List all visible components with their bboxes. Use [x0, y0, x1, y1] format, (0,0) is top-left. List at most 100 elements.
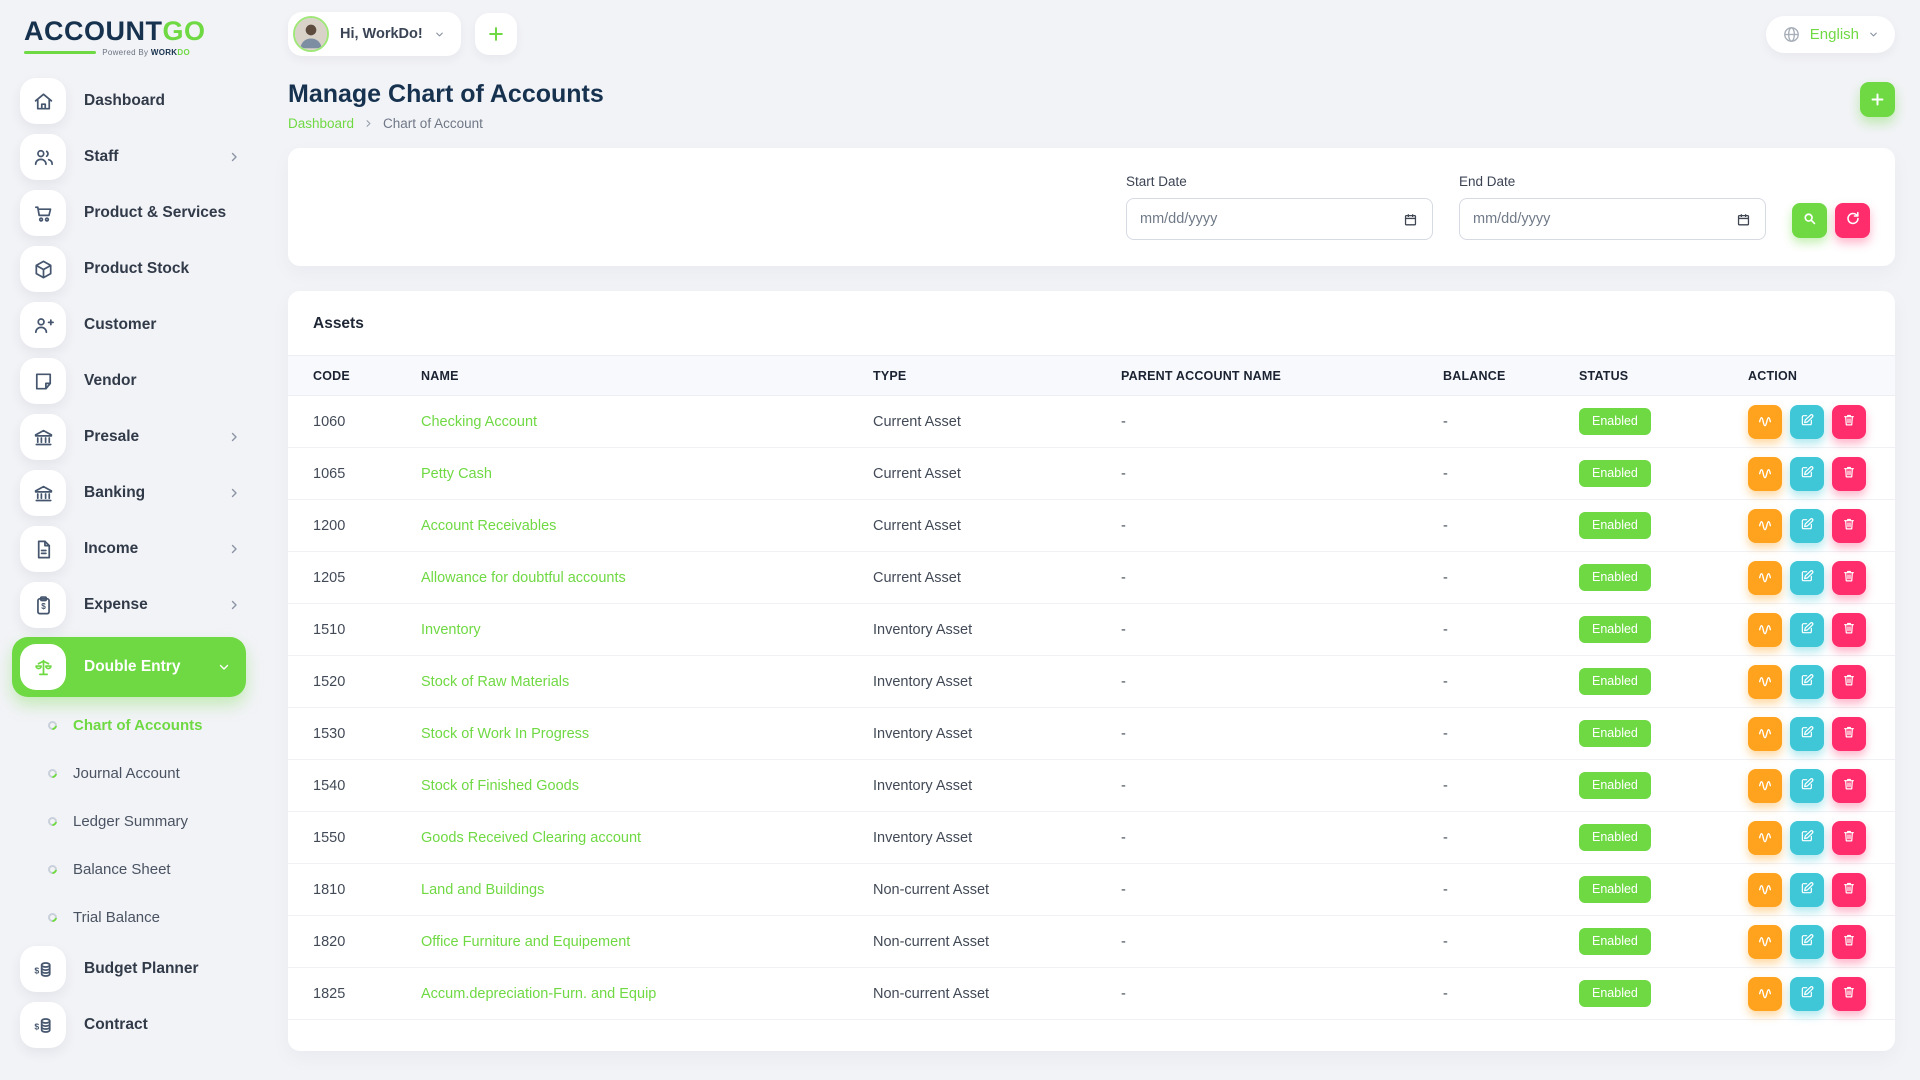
reset-button[interactable] [1835, 203, 1870, 238]
edit-button[interactable] [1790, 665, 1824, 699]
account-name-link[interactable]: Account Receivables [421, 518, 873, 534]
sidebar-item-budget-planner[interactable]: $ Budget Planner [0, 941, 258, 997]
account-name-link[interactable]: Petty Cash [421, 466, 873, 482]
sidebar-item-product-services[interactable]: Product & Services [0, 185, 258, 241]
account-name-link[interactable]: Allowance for doubtful accounts [421, 570, 873, 586]
wave-button[interactable] [1748, 613, 1782, 647]
status-badge: Enabled [1579, 564, 1651, 591]
wave-button[interactable] [1748, 925, 1782, 959]
delete-button[interactable] [1832, 509, 1866, 543]
sidebar-item-product-stock[interactable]: Product Stock [0, 241, 258, 297]
sidebar-subitem-trial-balance[interactable]: Trial Balance [0, 893, 258, 941]
delete-button[interactable] [1832, 769, 1866, 803]
sidebar-item-income[interactable]: Income [0, 521, 258, 577]
row-actions [1748, 405, 1870, 439]
account-type: Inventory Asset [873, 830, 1121, 846]
account-balance: - [1443, 778, 1579, 794]
sidebar-item-banking[interactable]: Banking [0, 465, 258, 521]
sidebar-subitem-balance-sheet[interactable]: Balance Sheet [0, 845, 258, 893]
cart-icon [20, 190, 66, 236]
edit-button[interactable] [1790, 457, 1824, 491]
account-name-link[interactable]: Stock of Raw Materials [421, 674, 873, 690]
account-name-link[interactable]: Checking Account [421, 414, 873, 430]
delete-button[interactable] [1832, 873, 1866, 907]
trash-icon [1841, 828, 1857, 847]
account-name-link[interactable]: Stock of Work In Progress [421, 726, 873, 742]
delete-button[interactable] [1832, 613, 1866, 647]
edit-button[interactable] [1790, 405, 1824, 439]
account-name-link[interactable]: Land and Buildings [421, 882, 873, 898]
wave-button[interactable] [1748, 821, 1782, 855]
delete-button[interactable] [1832, 561, 1866, 595]
chevron-right-icon [228, 487, 240, 499]
language-selector[interactable]: English [1766, 16, 1895, 53]
start-date-input[interactable]: mm/dd/yyyy [1126, 198, 1433, 240]
breadcrumb-dashboard-link[interactable]: Dashboard [288, 116, 354, 131]
trash-icon [1841, 412, 1857, 431]
sidebar-item-customer[interactable]: Customer [0, 297, 258, 353]
edit-button[interactable] [1790, 717, 1824, 751]
delete-button[interactable] [1832, 665, 1866, 699]
edit-button[interactable] [1790, 561, 1824, 595]
breadcrumb: Dashboard Chart of Account [288, 116, 604, 131]
column-header-name: NAME [421, 369, 873, 383]
sidebar-subitem-label: Balance Sheet [73, 861, 171, 878]
svg-text:$: $ [34, 1021, 39, 1031]
language-label: English [1810, 26, 1859, 43]
edit-icon [1799, 984, 1815, 1003]
status-badge: Enabled [1579, 668, 1651, 695]
wave-icon [1757, 516, 1773, 535]
wave-button[interactable] [1748, 769, 1782, 803]
delete-button[interactable] [1832, 977, 1866, 1011]
wave-button[interactable] [1748, 717, 1782, 751]
wave-button[interactable] [1748, 405, 1782, 439]
sidebar-item-label: Budget Planner [84, 960, 240, 978]
account-name-link[interactable]: Inventory [421, 622, 873, 638]
search-button[interactable] [1792, 203, 1827, 238]
edit-button[interactable] [1790, 873, 1824, 907]
sidebar-item-presale[interactable]: Presale [0, 409, 258, 465]
edit-button[interactable] [1790, 769, 1824, 803]
edit-button[interactable] [1790, 977, 1824, 1011]
edit-button[interactable] [1790, 613, 1824, 647]
sidebar-item-vendor[interactable]: Vendor [0, 353, 258, 409]
logo-powered-by: Powered By WORKDO [102, 48, 190, 57]
delete-button[interactable] [1832, 821, 1866, 855]
sidebar-item-staff[interactable]: Staff [0, 129, 258, 185]
add-workspace-button[interactable] [475, 13, 517, 55]
wave-button[interactable] [1748, 457, 1782, 491]
calendar-icon[interactable] [1402, 211, 1419, 228]
account-name-link[interactable]: Office Furniture and Equipement [421, 934, 873, 950]
refresh-icon [1844, 210, 1861, 230]
edit-icon [1799, 880, 1815, 899]
sidebar-item-double-entry[interactable]: Double Entry [12, 637, 246, 697]
sidebar-item-expense[interactable]: $ Expense [0, 577, 258, 633]
wave-button[interactable] [1748, 665, 1782, 699]
delete-button[interactable] [1832, 405, 1866, 439]
create-account-button[interactable] [1860, 82, 1895, 117]
sidebar-item-contract[interactable]: $ Contract [0, 997, 258, 1053]
edit-button[interactable] [1790, 925, 1824, 959]
user-menu[interactable]: Hi, WorkDo! [288, 12, 461, 56]
sidebar-item-dashboard[interactable]: Dashboard [0, 73, 258, 129]
wave-button[interactable] [1748, 873, 1782, 907]
account-name-link[interactable]: Stock of Finished Goods [421, 778, 873, 794]
delete-button[interactable] [1832, 717, 1866, 751]
edit-button[interactable] [1790, 509, 1824, 543]
edit-button[interactable] [1790, 821, 1824, 855]
account-code: 1205 [313, 570, 421, 586]
sidebar-subitem-chart-of-accounts[interactable]: Chart of Accounts [0, 701, 258, 749]
calendar-icon[interactable] [1735, 211, 1752, 228]
sidebar-item-label: Income [84, 540, 210, 558]
app-logo[interactable]: ACCOUNTGO Powered By WORKDO [0, 14, 210, 57]
delete-button[interactable] [1832, 457, 1866, 491]
sidebar-subitem-ledger-summary[interactable]: Ledger Summary [0, 797, 258, 845]
delete-button[interactable] [1832, 925, 1866, 959]
wave-button[interactable] [1748, 561, 1782, 595]
sidebar-subitem-journal-account[interactable]: Journal Account [0, 749, 258, 797]
account-name-link[interactable]: Accum.depreciation-Furn. and Equip [421, 986, 873, 1002]
wave-button[interactable] [1748, 509, 1782, 543]
wave-button[interactable] [1748, 977, 1782, 1011]
account-name-link[interactable]: Goods Received Clearing account [421, 830, 873, 846]
end-date-input[interactable]: mm/dd/yyyy [1459, 198, 1766, 240]
